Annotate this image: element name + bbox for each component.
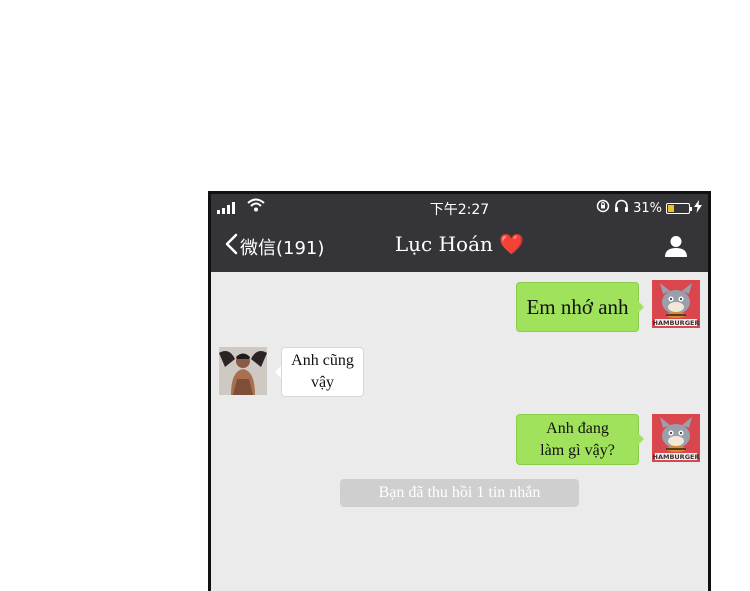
message-text-line: vậy [310, 374, 335, 391]
contact-name: Lục Hoán [394, 232, 493, 256]
message-row: Anh đang làm gì vậy? HAMBURGER [211, 194, 708, 465]
outgoing-bubble[interactable]: Anh đang làm gì vậy? [516, 414, 639, 465]
rotation-lock-icon [596, 199, 610, 217]
person-icon [664, 236, 688, 261]
status-bar: 下午2:27 31% [211, 194, 708, 221]
status-right-group: 31% [596, 199, 702, 217]
message-text-line: Anh đang [546, 420, 609, 437]
my-avatar[interactable]: HAMBURGER [652, 280, 700, 328]
phone-frame: 下午2:27 31% 微信(191) Lục Hoán ❤️ Em nhớ an… [208, 191, 711, 591]
message-text-line: Anh cũng [291, 352, 354, 369]
message-text-line: làm gì vậy? [540, 442, 615, 459]
profile-button[interactable] [664, 235, 688, 261]
avatar-caption: HAMBURGER [653, 453, 700, 461]
battery-icon [666, 202, 692, 214]
chat-title: Lục Hoán ❤️ [211, 232, 708, 256]
bubble-tail [638, 433, 644, 445]
outgoing-bubble[interactable]: Em nhớ anh [516, 282, 639, 332]
chat-header: 微信(191) Lục Hoán ❤️ [211, 221, 708, 272]
contact-avatar[interactable] [219, 347, 267, 395]
charging-bolt-icon [694, 199, 702, 217]
headphones-icon [614, 199, 629, 217]
message-text: Em nhớ anh [526, 295, 629, 319]
bubble-tail [638, 301, 644, 313]
my-avatar[interactable]: HAMBURGER [652, 414, 700, 462]
system-notice: Bạn đã thu hồi 1 tin nhắn [340, 479, 579, 507]
battery-percent: 31% [633, 200, 662, 216]
heart-icon: ❤️ [499, 232, 525, 256]
avatar-caption: HAMBURGER [653, 319, 700, 327]
incoming-bubble[interactable]: Anh cũng vậy [281, 347, 364, 397]
